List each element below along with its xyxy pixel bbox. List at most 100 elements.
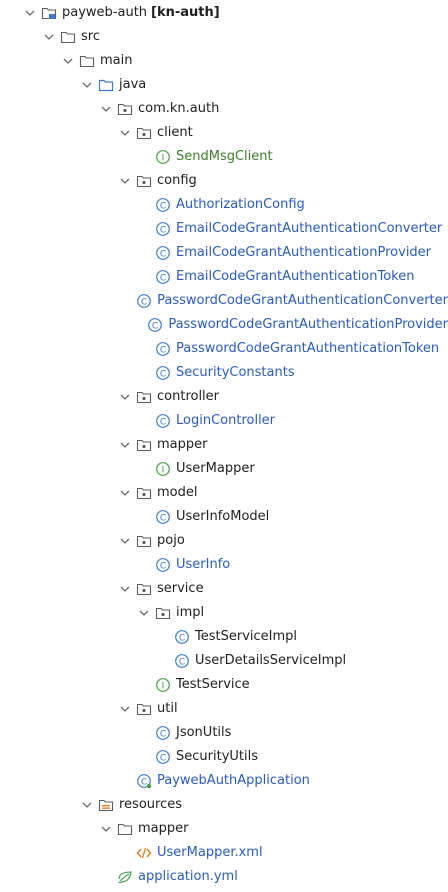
chevron-down-icon[interactable] (98, 101, 114, 117)
folder-label: src (81, 29, 100, 44)
tree-node-usermapper-xml[interactable]: UserMapper.xml (0, 841, 448, 865)
chevron-down-icon[interactable] (117, 533, 133, 549)
tree-node-emailcodeconverter[interactable]: C EmailCodeGrantAuthenticationConverter (0, 217, 448, 241)
chevron-down-icon[interactable] (117, 125, 133, 141)
folder-label: mapper (138, 821, 189, 836)
tree-node-mapper[interactable]: mapper (0, 433, 448, 457)
tree-node-main[interactable]: main (0, 49, 448, 73)
file-label: UserInfo (176, 557, 231, 572)
tree-node-securityutils[interactable]: C SecurityUtils (0, 745, 448, 769)
tree-node-impl[interactable]: impl (0, 601, 448, 625)
package-icon (117, 101, 133, 117)
tree-node-java[interactable]: java (0, 73, 448, 97)
class-icon: C (155, 365, 171, 381)
tree-node-logincontroller[interactable]: C LoginController (0, 409, 448, 433)
tree-node-util[interactable]: util (0, 697, 448, 721)
package-icon (136, 437, 152, 453)
interface-icon: I (155, 677, 171, 693)
file-label: UserInfoModel (176, 509, 270, 524)
package-icon (136, 533, 152, 549)
file-label: TestServiceImpl (195, 629, 298, 644)
chevron-down-icon[interactable] (117, 581, 133, 597)
module-folder-icon (41, 5, 57, 21)
tree-node-emailcodetoken[interactable]: C EmailCodeGrantAuthenticationToken (0, 265, 448, 289)
class-icon: C (174, 629, 190, 645)
tree-node-securityconstants[interactable]: C SecurityConstants (0, 361, 448, 385)
svg-text:C: C (160, 730, 166, 740)
tree-node-passwordcodetoken[interactable]: C PasswordCodeGrantAuthenticationToken (0, 337, 448, 361)
svg-text:C: C (160, 250, 166, 260)
file-label: EmailCodeGrantAuthenticationToken (176, 269, 415, 284)
tree-node-pojo[interactable]: pojo (0, 529, 448, 553)
class-icon: C (155, 341, 171, 357)
class-icon: C (155, 269, 171, 285)
tree-node-resources[interactable]: resources (0, 793, 448, 817)
tree-node-package[interactable]: com.kn.auth (0, 97, 448, 121)
chevron-down-icon[interactable] (41, 29, 57, 45)
tree-node-testservice[interactable]: I TestService (0, 673, 448, 697)
tree-node-passwordcodeprovider[interactable]: C PasswordCodeGrantAuthenticationProvide… (0, 313, 448, 337)
package-label: config (157, 173, 197, 188)
svg-text:C: C (160, 562, 166, 572)
chevron-down-icon[interactable] (117, 485, 133, 501)
interface-icon: I (155, 149, 171, 165)
chevron-down-icon[interactable] (117, 389, 133, 405)
package-icon (136, 485, 152, 501)
tree-node-config[interactable]: config (0, 169, 448, 193)
tree-node-userdetailsserviceimpl[interactable]: C UserDetailsServiceImpl (0, 649, 448, 673)
svg-text:C: C (152, 322, 158, 332)
svg-text:C: C (160, 274, 166, 284)
chevron-down-icon[interactable] (117, 701, 133, 717)
chevron-down-icon[interactable] (79, 77, 95, 93)
tree-node-jsonutils[interactable]: C JsonUtils (0, 721, 448, 745)
tree-node-payweb-auth[interactable]: payweb-auth [kn-auth] (0, 1, 448, 25)
tree-node-userinfo[interactable]: C UserInfo (0, 553, 448, 577)
chevron-down-icon[interactable] (98, 821, 114, 837)
tree-node-testserviceimpl[interactable]: C TestServiceImpl (0, 625, 448, 649)
chevron-down-icon[interactable] (60, 53, 76, 69)
svg-text:C: C (141, 778, 147, 788)
tree-node-sendmsgclient[interactable]: I SendMsgClient (0, 145, 448, 169)
file-label: application.yml (138, 869, 238, 884)
class-icon: C (155, 557, 171, 573)
svg-text:C: C (160, 346, 166, 356)
resources-folder-icon (98, 797, 114, 813)
chevron-down-icon[interactable] (22, 5, 38, 21)
tree-node-userinfomodel[interactable]: C UserInfoModel (0, 505, 448, 529)
tree-node-client[interactable]: client (0, 121, 448, 145)
tree-node-application-yml[interactable]: application.yml (0, 865, 448, 889)
class-icon: C (155, 749, 171, 765)
module-label: [kn-auth] (151, 5, 220, 20)
svg-text:I: I (162, 466, 165, 476)
chevron-down-icon[interactable] (117, 173, 133, 189)
chevron-down-icon[interactable] (79, 797, 95, 813)
tree-node-controller[interactable]: controller (0, 385, 448, 409)
file-label: PasswordCodeGrantAuthenticationProvider (168, 317, 448, 332)
tree-node-emailcodeprovider[interactable]: C EmailCodeGrantAuthenticationProvider (0, 241, 448, 265)
chevron-down-icon[interactable] (117, 437, 133, 453)
tree-node-usermapper[interactable]: I UserMapper (0, 457, 448, 481)
tree-node-authorizationconfig[interactable]: C AuthorizationConfig (0, 193, 448, 217)
tree-node-service[interactable]: service (0, 577, 448, 601)
package-label: com.kn.auth (138, 101, 220, 116)
svg-text:C: C (160, 202, 166, 212)
file-label: UserMapper (176, 461, 255, 476)
class-icon: C (155, 413, 171, 429)
tree-node-paywebauthapplication[interactable]: C PaywebAuthApplication (0, 769, 448, 793)
class-icon: C (155, 221, 171, 237)
class-icon: C (155, 197, 171, 213)
chevron-down-icon[interactable] (136, 605, 152, 621)
package-icon (136, 389, 152, 405)
class-icon: C (155, 725, 171, 741)
tree-node-resources-mapper[interactable]: mapper (0, 817, 448, 841)
file-label: AuthorizationConfig (176, 197, 305, 212)
tree-node-src[interactable]: src (0, 25, 448, 49)
package-icon (136, 581, 152, 597)
package-label: impl (176, 605, 205, 620)
tree-node-model[interactable]: model (0, 481, 448, 505)
svg-text:I: I (162, 154, 165, 164)
tree-node-passwordcodeconverter[interactable]: C PasswordCodeGrantAuthenticationConvert… (0, 289, 448, 313)
module-name: payweb-auth (62, 5, 148, 20)
svg-text:C: C (141, 298, 147, 308)
package-label: controller (157, 389, 220, 404)
